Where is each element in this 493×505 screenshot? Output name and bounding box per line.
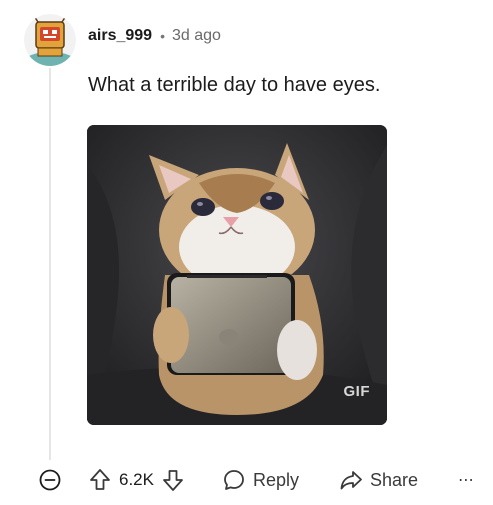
vote-group: 6.2K	[89, 468, 184, 492]
share-button[interactable]: Share	[339, 469, 418, 491]
downvote-button[interactable]	[162, 468, 184, 492]
comment-actions: 6.2K Reply Share ⋯	[38, 465, 475, 495]
gif-badge: GIF	[343, 383, 370, 400]
comment-body: What a terrible day to have eyes.	[88, 74, 381, 96]
collapse-button[interactable]	[38, 468, 62, 492]
comment-header: airs_999 • 3d ago	[88, 25, 221, 47]
more-options-icon: ⋯	[458, 472, 475, 489]
arrow-up-icon	[90, 469, 110, 490]
share-label: Share	[370, 469, 419, 490]
speech-bubble-icon	[224, 470, 244, 490]
arrow-down-icon	[163, 470, 183, 491]
gif-image	[87, 125, 387, 425]
username[interactable]: airs_999	[88, 27, 152, 45]
reply-button[interactable]: Reply	[222, 468, 299, 492]
minus-circle-icon	[39, 469, 61, 491]
share-arrow-icon	[340, 471, 362, 490]
avatar[interactable]	[24, 14, 76, 66]
separator-dot: •	[160, 28, 165, 44]
more-options-button[interactable]: ⋯	[458, 470, 475, 490]
thread-line[interactable]	[49, 68, 51, 460]
upvote-button[interactable]	[89, 468, 111, 492]
timestamp: 3d ago	[171, 27, 221, 44]
vote-count: 6.2K	[119, 470, 154, 489]
gif-media[interactable]: GIF	[87, 125, 387, 425]
reply-label: Reply	[252, 469, 300, 490]
